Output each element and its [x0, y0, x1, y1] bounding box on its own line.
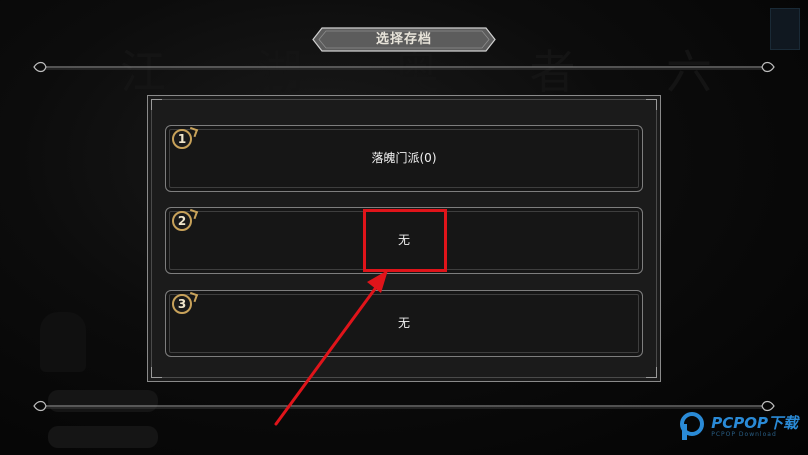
annotation-arrow-icon — [274, 270, 388, 426]
watermark-logo-icon — [677, 411, 707, 441]
watermark: PCPOP下载 PCPOP Download — [677, 411, 798, 441]
watermark-brand: PCPOP下载 — [711, 413, 798, 432]
game-screen: 江 湖 奥 者 六 选择存档 1 落魄门派(0) 2 无 3 无 PCPOP下载… — [0, 0, 808, 455]
watermark-sub: PCPOP Download — [711, 430, 777, 438]
